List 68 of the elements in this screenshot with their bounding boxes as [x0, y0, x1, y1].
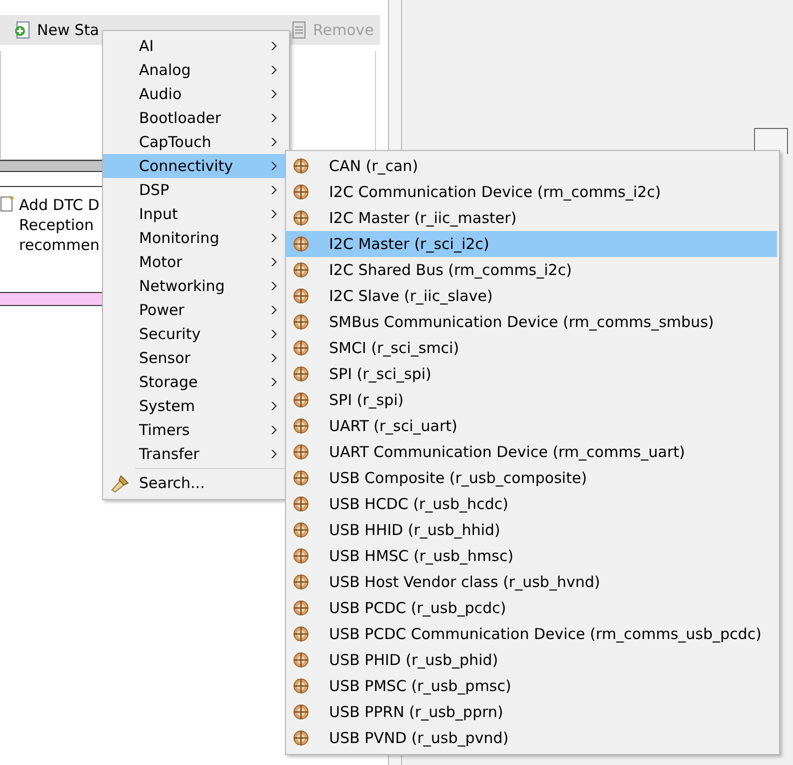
menu-item[interactable]: I2C Communication Device (rm_comms_i2c): [286, 179, 777, 205]
menu-item[interactable]: UART Communication Device (rm_comms_uart): [286, 439, 777, 465]
menu-item[interactable]: USB HCDC (r_usb_hcdc): [286, 491, 777, 517]
component-icon: [293, 288, 309, 304]
menu-item[interactable]: CAN (r_can): [286, 153, 777, 179]
component-icon: [293, 704, 309, 720]
component-icon: [293, 444, 309, 460]
menu-item[interactable]: Analog: [103, 58, 289, 82]
menu-item[interactable]: I2C Master (r_iic_master): [286, 205, 777, 231]
component-icon: [293, 236, 309, 252]
menu-item[interactable]: SMBus Communication Device (rm_comms_smbus): [286, 309, 777, 335]
component-icon: [293, 366, 309, 382]
menu-item[interactable]: USB PCDC (r_usb_pcdc): [286, 595, 777, 621]
component-icon: [293, 600, 309, 616]
menu-item[interactable]: USB HMSC (r_usb_hmsc): [286, 543, 777, 569]
component-icon: [293, 522, 309, 538]
menu-item[interactable]: I2C Master (r_sci_i2c): [286, 231, 777, 257]
menu-item[interactable]: USB HHID (r_usb_hhid): [286, 517, 777, 543]
component-icon: [293, 210, 309, 226]
component-icon: [293, 496, 309, 512]
document-icon: [290, 21, 308, 39]
component-icon: [293, 574, 309, 590]
flashlight-icon: [109, 473, 131, 493]
component-icon: [293, 548, 309, 564]
menu-item[interactable]: Audio: [103, 82, 289, 106]
menu-item[interactable]: System: [103, 394, 289, 418]
component-icon: [293, 626, 309, 642]
menu-item[interactable]: USB PHID (r_usb_phid): [286, 647, 777, 673]
menu-item[interactable]: CapTouch: [103, 130, 289, 154]
document-icon: [14, 21, 32, 39]
menu-item[interactable]: USB Host Vendor class (r_usb_hvnd): [286, 569, 777, 595]
component-icon: [293, 158, 309, 174]
menu-item[interactable]: SPI (r_sci_spi): [286, 361, 777, 387]
menu-item[interactable]: USB PPRN (r_usb_pprn): [286, 699, 777, 725]
component-icon: [293, 340, 309, 356]
menu-item[interactable]: Power: [103, 298, 289, 322]
menu-item[interactable]: USB PMSC (r_usb_pmsc): [286, 673, 777, 699]
component-icon: [293, 392, 309, 408]
menu-item[interactable]: SPI (r_spi): [286, 387, 777, 413]
component-icon: [293, 184, 309, 200]
component-icon: [293, 314, 309, 330]
menu-item[interactable]: UART (r_sci_uart): [286, 413, 777, 439]
menu-item[interactable]: USB PCDC Communication Device (rm_comms_usb_pcdc): [286, 621, 777, 647]
menu-item[interactable]: DSP: [103, 178, 289, 202]
menu-item[interactable]: Search...: [103, 471, 289, 495]
menu-item[interactable]: AI: [103, 34, 289, 58]
menu-item[interactable]: Monitoring: [103, 226, 289, 250]
menu-item[interactable]: Motor: [103, 250, 289, 274]
component-icon: [293, 678, 309, 694]
component-icon: [293, 418, 309, 434]
menu-item[interactable]: Bootloader: [103, 106, 289, 130]
menu-item[interactable]: Timers: [103, 418, 289, 442]
component-icon: [293, 730, 309, 746]
component-icon: [293, 652, 309, 668]
menu-item[interactable]: Security: [103, 322, 289, 346]
menu-item[interactable]: Transfer: [103, 442, 289, 466]
menu-item[interactable]: I2C Slave (r_iic_slave): [286, 283, 777, 309]
menu-item[interactable]: Networking: [103, 274, 289, 298]
menu-item[interactable]: I2C Shared Bus (rm_comms_i2c): [286, 257, 777, 283]
menu-item[interactable]: Input: [103, 202, 289, 226]
description-text: Add DTC D Reception recommen: [19, 195, 100, 255]
menu-item[interactable]: Sensor: [103, 346, 289, 370]
component-icon: [293, 262, 309, 278]
menu-item[interactable]: Storage: [103, 370, 289, 394]
menu-item[interactable]: SMCI (r_sci_smci): [286, 335, 777, 361]
menu-item[interactable]: USB PVND (r_usb_pvnd): [286, 725, 777, 751]
component-icon: [293, 470, 309, 486]
menu-item[interactable]: USB Composite (r_usb_composite): [286, 465, 777, 491]
